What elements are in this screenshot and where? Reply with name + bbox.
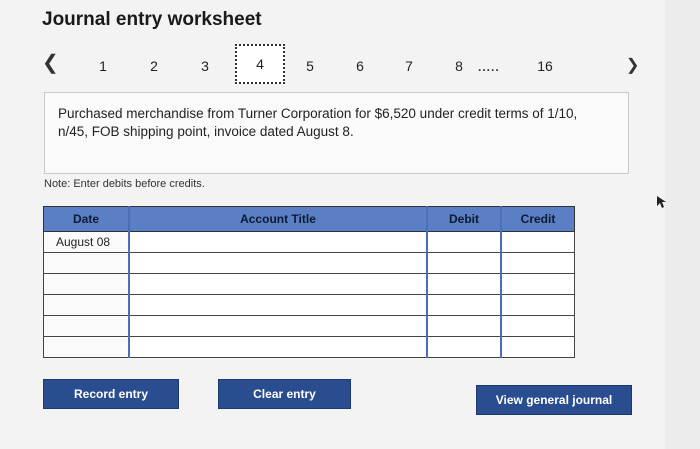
table-row <box>43 273 575 295</box>
table-row <box>43 336 575 358</box>
step-8[interactable]: 8 <box>449 58 469 74</box>
date-cell[interactable] <box>43 273 130 295</box>
record-entry-button[interactable]: Record entry <box>43 379 179 409</box>
table-row <box>43 315 575 337</box>
chevron-right-icon[interactable]: ❯ <box>626 55 639 75</box>
header-date: Date <box>43 206 130 232</box>
debit-input[interactable] <box>426 252 502 274</box>
step-1[interactable]: 1 <box>93 58 113 74</box>
date-cell[interactable]: August 08 <box>43 231 130 253</box>
view-general-journal-button[interactable]: View general journal <box>476 385 632 415</box>
date-value: August 08 <box>56 235 111 249</box>
table-row <box>43 252 575 274</box>
debit-input[interactable] <box>426 294 502 316</box>
account-input[interactable] <box>128 273 428 295</box>
clear-entry-button[interactable]: Clear entry <box>218 379 351 409</box>
account-input[interactable] <box>128 315 428 337</box>
step-4-label: 4 <box>256 56 264 72</box>
mouse-cursor-icon <box>657 196 666 208</box>
date-cell[interactable] <box>43 252 130 274</box>
step-16[interactable]: 16 <box>535 58 555 74</box>
header-debit: Debit <box>426 206 502 232</box>
debit-input[interactable] <box>426 336 502 358</box>
note-text: Note: Enter debits before credits. <box>44 178 205 190</box>
account-input[interactable] <box>128 252 428 274</box>
step-ellipsis: ..... <box>478 60 500 74</box>
worksheet-panel: Journal entry worksheet ❮ 1 2 3 4 5 6 7 … <box>0 0 665 449</box>
step-current[interactable]: 4 <box>235 44 285 84</box>
problem-box: Purchased merchandise from Turner Corpor… <box>44 92 629 174</box>
credit-input[interactable] <box>500 273 575 295</box>
page-title: Journal entry worksheet <box>42 9 262 30</box>
credit-input[interactable] <box>500 252 575 274</box>
step-5[interactable]: 5 <box>300 58 320 74</box>
debit-input[interactable] <box>426 231 502 253</box>
debit-input[interactable] <box>426 273 502 295</box>
problem-text: Purchased merchandise from Turner Corpor… <box>58 106 578 139</box>
credit-input[interactable] <box>500 231 575 253</box>
debit-input[interactable] <box>426 315 502 337</box>
table-row: August 08 <box>43 231 575 253</box>
date-cell[interactable] <box>43 294 130 316</box>
header-credit: Credit <box>500 206 575 232</box>
date-cell[interactable] <box>43 315 130 337</box>
step-3[interactable]: 3 <box>195 58 215 74</box>
account-input[interactable] <box>128 294 428 316</box>
chevron-left-icon[interactable]: ❮ <box>42 50 59 75</box>
header-account-title: Account Title <box>128 206 428 232</box>
step-2[interactable]: 2 <box>144 58 164 74</box>
table-row <box>43 294 575 316</box>
account-input[interactable] <box>128 231 428 253</box>
account-input[interactable] <box>128 336 428 358</box>
step-6[interactable]: 6 <box>350 58 370 74</box>
date-cell[interactable] <box>43 336 130 358</box>
step-7[interactable]: 7 <box>399 58 419 74</box>
credit-input[interactable] <box>500 336 575 358</box>
table-header-row: Date Account Title Debit Credit <box>43 206 575 232</box>
credit-input[interactable] <box>500 315 575 337</box>
journal-table: Date Account Title Debit Credit August 0… <box>43 206 575 358</box>
credit-input[interactable] <box>500 294 575 316</box>
